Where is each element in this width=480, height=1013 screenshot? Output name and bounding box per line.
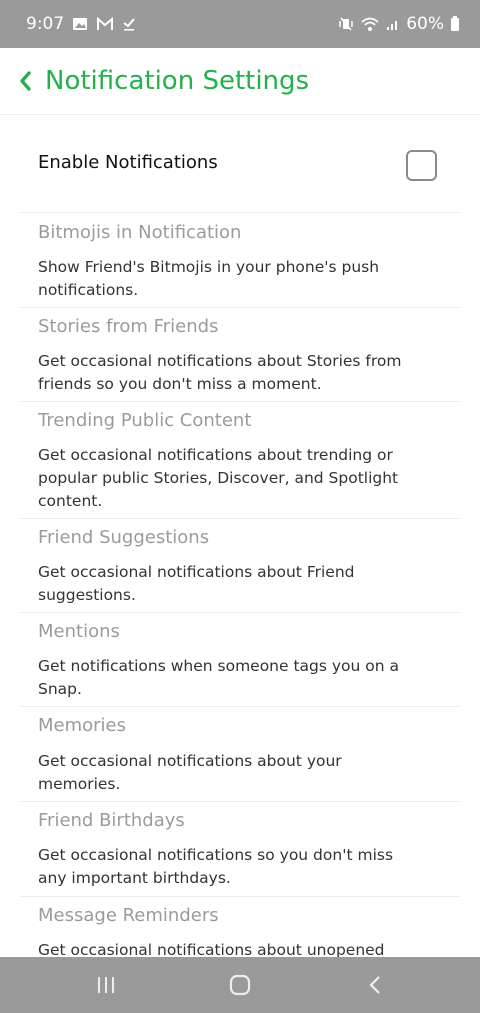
divider	[20, 612, 460, 613]
status-left: 9:07	[26, 0, 136, 48]
recent-apps-button[interactable]	[76, 957, 136, 1013]
enable-notifications-checkbox[interactable]	[406, 150, 437, 181]
battery-percent: 60%	[406, 14, 444, 34]
setting-desc-message-reminders: Get occasional notifications about unope…	[38, 941, 385, 957]
setting-title-stories-from-friends[interactable]: Stories from Friends	[38, 316, 218, 337]
setting-title-message-reminders[interactable]: Message Reminders	[38, 905, 219, 926]
signal-icon	[386, 17, 400, 31]
setting-title-mentions[interactable]: Mentions	[38, 621, 120, 642]
setting-desc-stories-from-friends: Get occasional notifications about Stori…	[38, 352, 402, 393]
divider	[20, 518, 460, 519]
wifi-icon	[360, 16, 380, 32]
setting-desc-mentions: Get notifications when someone tags you …	[38, 657, 400, 698]
gallery-icon	[72, 17, 88, 31]
setting-desc-friend-suggestions: Get occasional notifications about Frien…	[38, 563, 355, 604]
status-time: 9:07	[26, 14, 65, 34]
divider	[20, 801, 460, 802]
divider	[20, 706, 460, 707]
vibrate-icon	[338, 16, 354, 32]
divider	[20, 307, 460, 308]
divider	[20, 896, 460, 897]
back-icon	[369, 976, 380, 994]
back-button[interactable]	[10, 64, 40, 98]
navigation-bar	[0, 957, 480, 1013]
back-nav-button[interactable]	[345, 957, 405, 1013]
chevron-left-icon	[20, 71, 31, 91]
setting-desc-trending-public-content: Get occasional notifications about trend…	[38, 446, 399, 510]
setting-desc-friend-birthdays: Get occasional notifications so you don'…	[38, 846, 394, 887]
setting-title-friend-birthdays[interactable]: Friend Birthdays	[38, 810, 185, 831]
setting-title-bitmojis[interactable]: Bitmojis in Notification	[38, 222, 241, 243]
battery-icon	[450, 16, 460, 32]
settings-list[interactable]: Enable Notifications Bitmojis in Notific…	[0, 115, 480, 957]
page-title: Notification Settings	[45, 66, 310, 96]
enable-notifications-label: Enable Notifications	[38, 152, 218, 173]
divider	[20, 212, 460, 213]
setting-desc-memories: Get occasional notifications about your …	[38, 752, 342, 793]
download-done-icon	[122, 17, 136, 31]
setting-title-trending-public-content[interactable]: Trending Public Content	[38, 410, 251, 431]
setting-desc-bitmojis: Show Friend's Bitmojis in your phone's p…	[38, 258, 380, 299]
app-header: Notification Settings	[0, 48, 480, 115]
status-bar: 9:07 60%	[0, 0, 480, 48]
home-button[interactable]	[210, 957, 270, 1013]
status-right: 60%	[338, 0, 460, 48]
home-icon	[229, 974, 251, 996]
setting-title-memories[interactable]: Memories	[38, 715, 126, 736]
recent-apps-icon	[98, 977, 114, 993]
gmail-icon	[96, 17, 114, 31]
enable-notifications-row[interactable]: Enable Notifications	[0, 115, 480, 212]
divider	[20, 401, 460, 402]
setting-title-friend-suggestions[interactable]: Friend Suggestions	[38, 527, 209, 548]
